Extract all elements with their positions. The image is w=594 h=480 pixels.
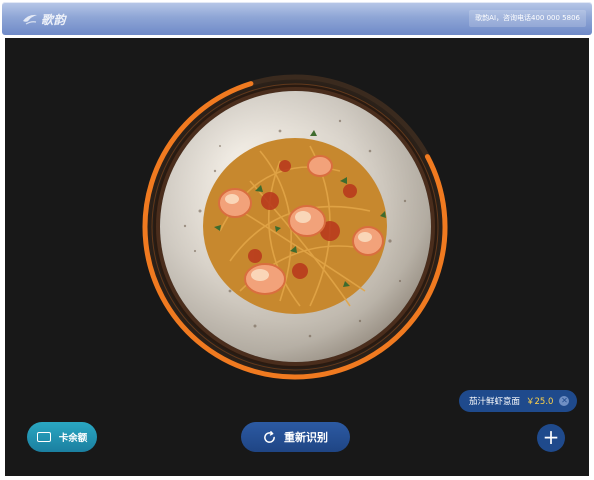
close-icon[interactable]: ✕ — [559, 396, 570, 406]
logo-icon — [23, 14, 37, 25]
refresh-icon — [264, 430, 275, 443]
camera-stage: 茄汁鲜虾意面 ￥25.0 ✕ 卡余额 重新识别 + — [5, 38, 589, 476]
dish-plate — [160, 91, 431, 362]
add-button[interactable]: + — [537, 424, 565, 452]
dish-price-tag[interactable]: 茄汁鲜虾意面 ￥25.0 ✕ — [459, 390, 578, 412]
dish-price: ￥25.0 — [526, 397, 554, 407]
card-balance-label: 卡余额 — [58, 433, 88, 444]
card-balance-button[interactable]: 卡余额 — [27, 422, 97, 452]
logo-text: 歌韵 — [41, 12, 67, 27]
logo: 歌韵 — [22, 10, 66, 28]
card-icon — [36, 432, 51, 442]
top-bar: 歌韵 歌韵AI，咨询电话400 000 5806 — [2, 2, 592, 35]
dish-name: 茄汁鲜虾意面 — [469, 397, 521, 407]
plus-icon: + — [542, 425, 560, 449]
hotline-text: 歌韵AI，咨询电话400 000 5806 — [469, 10, 586, 27]
pasta-dish — [203, 130, 387, 314]
rescan-label: 重新识别 — [284, 431, 328, 444]
rescan-button[interactable]: 重新识别 — [241, 422, 350, 452]
